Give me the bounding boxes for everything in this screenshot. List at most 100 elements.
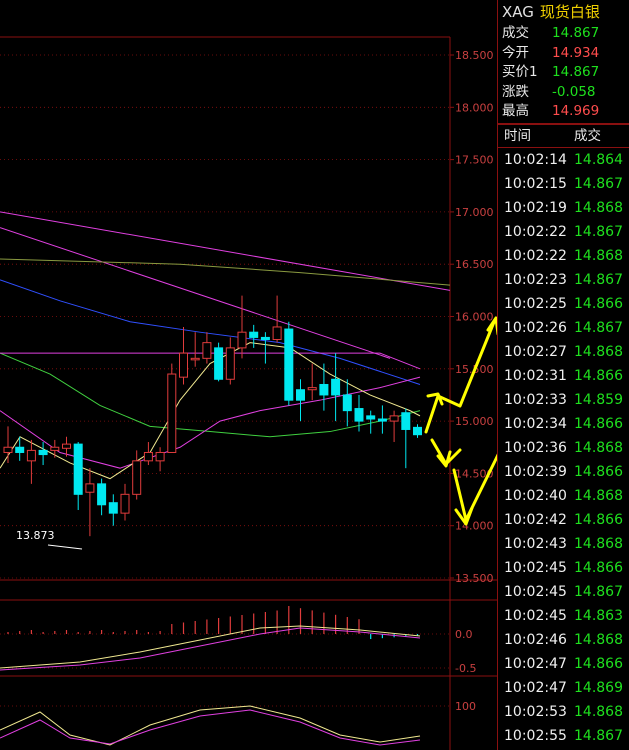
- trade-price: 14.868: [574, 535, 623, 552]
- candle-body: [73, 443, 83, 495]
- trade-row: 10:02:45 14.867: [498, 580, 629, 604]
- symbol-name: 现货白银: [539, 3, 600, 21]
- trade-price: 14.866: [574, 655, 623, 672]
- trade-price: 14.869: [574, 679, 623, 696]
- quote-value: 14.867: [552, 25, 600, 41]
- candle-body: [296, 389, 305, 401]
- candle-body: [342, 394, 352, 412]
- candle-body: [249, 331, 259, 338]
- trade-row: 10:02:47 14.866: [498, 652, 629, 676]
- symbol-header: XAG 现货白银: [498, 0, 629, 24]
- trade-row: 10:02:45 14.866: [498, 556, 629, 580]
- chart-area: 18.500 18.000 17.500 17.000 16.500 16.000 15.5…: [0, 0, 497, 750]
- trade-price: 14.867: [574, 223, 623, 240]
- trade-row: 10:02:22 14.868: [498, 244, 629, 268]
- candle-body: [167, 373, 177, 453]
- trade-time: 10:02:43: [504, 535, 567, 552]
- trade-price: 14.868: [574, 199, 623, 216]
- trade-time: 10:02:26: [504, 319, 567, 336]
- candle-body: [179, 352, 188, 378]
- trade-time: 10:02:22: [504, 223, 567, 240]
- ma-line-magenta-short: [0, 376, 421, 469]
- candle-body: [155, 451, 165, 462]
- quote-label: 最高: [502, 103, 529, 120]
- trade-row: 10:02:22 14.867: [498, 220, 629, 244]
- trade-price: 14.867: [574, 583, 623, 600]
- candle-body: [108, 502, 118, 514]
- quote-row: 买价1 14.867: [498, 63, 629, 83]
- candle-body: [202, 342, 212, 359]
- trade-time: 10:02:53: [504, 703, 567, 720]
- trade-time: 10:02:45: [504, 559, 567, 576]
- trade-price: 14.868: [574, 487, 623, 504]
- kline-chart: 18.50018.00017.50017.00016.50016.00015.5…: [0, 36, 497, 750]
- candle-body: [97, 483, 107, 506]
- trade-row: 10:02:53 14.868: [498, 700, 629, 724]
- candle-body: [62, 443, 71, 449]
- trade-time: 10:02:33: [504, 391, 567, 408]
- y-tick-label: 16.500: [455, 258, 494, 271]
- trade-price: 14.867: [574, 271, 623, 288]
- trade-price: 14.864: [574, 151, 623, 168]
- candle-body: [237, 331, 247, 349]
- trade-row: 10:02:19 14.868: [498, 196, 629, 220]
- quote-label: 成交: [502, 25, 529, 41]
- candle-body: [260, 336, 270, 341]
- trade-price: 14.863: [574, 607, 623, 624]
- quote-label: 涨跌: [502, 83, 529, 100]
- trade-price: 14.866: [574, 559, 623, 576]
- trade-time: 10:02:25: [504, 295, 567, 312]
- y-tick-label: -0.5: [455, 662, 476, 675]
- trade-time: 10:02:40: [504, 487, 567, 504]
- symbol-code: XAG: [502, 3, 534, 21]
- quote-list: 成交 14.867 今开 14.934 买价1 14.867 涨跌 -0.058 最高 14.96…: [498, 24, 629, 122]
- ma-line-magenta-long: [0, 211, 451, 291]
- trade-row: 10:02:47 14.869: [498, 676, 629, 700]
- candle-body: [389, 415, 399, 422]
- candle-body: [190, 357, 200, 361]
- trade-row: 10:02:39 14.866: [498, 460, 629, 484]
- quote-row: 成交 14.867: [498, 24, 629, 44]
- trade-row: 10:02:46 14.868: [498, 628, 629, 652]
- trade-price: 14.866: [574, 415, 623, 432]
- kdj-k-line: [0, 705, 421, 746]
- y-tick-label: 0.0: [455, 628, 473, 641]
- trade-price: 14.866: [574, 463, 623, 480]
- y-tick-label: 17.500: [455, 154, 494, 167]
- trade-price: 14.868: [574, 247, 623, 264]
- trade-price: 14.868: [574, 343, 623, 360]
- trades-list[interactable]: 10:02:14 14.864 10:02:15 14.867 10:02:19 14.8…: [498, 148, 629, 748]
- y-tick-label: 14.000: [455, 520, 494, 533]
- trade-time: 10:02:14: [504, 151, 567, 168]
- trade-price: 14.867: [574, 319, 623, 336]
- candle-body: [413, 426, 422, 436]
- candle-body: [366, 415, 376, 420]
- ma-line-olive: [0, 258, 451, 286]
- trade-price: 14.868: [574, 703, 623, 720]
- trade-price: 14.866: [574, 295, 623, 312]
- trade-price: 14.866: [574, 367, 623, 384]
- quote-value: 14.969: [552, 103, 600, 120]
- trade-time: 10:02:46: [504, 631, 567, 648]
- trade-time: 10:02:22: [504, 247, 567, 264]
- quote-row: 今开 14.934: [498, 44, 629, 64]
- ma-line-green: [0, 352, 421, 438]
- kdj-d-line: [0, 709, 421, 746]
- y-tick-label: 18.500: [455, 49, 494, 62]
- trade-time: 10:02:36: [504, 439, 567, 456]
- candle-body: [132, 460, 142, 495]
- trade-time: 10:02:47: [504, 655, 567, 672]
- candle-body: [401, 412, 411, 430]
- quote-label: 今开: [502, 44, 529, 61]
- trade-row: 10:02:27 14.868: [498, 340, 629, 364]
- trade-time: 10:02:15: [504, 175, 567, 192]
- quote-label: 买价1: [502, 64, 538, 81]
- trade-row: 10:02:34 14.866: [498, 412, 629, 436]
- quote-panel: XAG 现货白银 成交 14.867 今开 14.934 买价1 14.867 涨跌 -0.05…: [497, 0, 629, 750]
- quote-value: 14.934: [552, 44, 600, 61]
- trade-row: 10:02:33 14.859: [498, 388, 629, 412]
- trade-time: 10:02:55: [504, 727, 567, 744]
- candle-body: [284, 328, 294, 401]
- trade-time: 10:02:23: [504, 271, 567, 288]
- trade-row: 10:02:25 14.866: [498, 292, 629, 316]
